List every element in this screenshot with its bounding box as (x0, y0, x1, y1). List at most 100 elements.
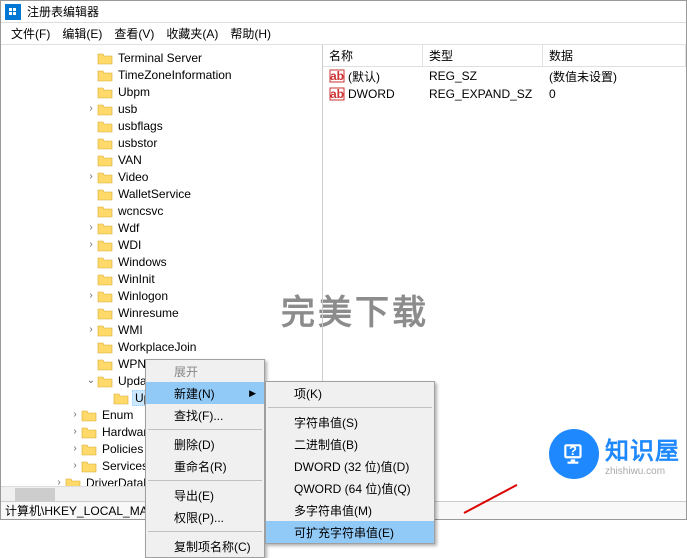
value-data: (数值未设置) (543, 68, 686, 85)
list-row[interactable]: abDWORDREG_EXPAND_SZ0 (323, 85, 686, 103)
folder-icon (97, 119, 113, 133)
svg-text:?: ? (569, 443, 577, 458)
tree-node[interactable]: ›Winlogon (5, 287, 322, 304)
tree-label: Video (116, 170, 150, 184)
expander-icon[interactable]: › (85, 290, 97, 301)
list-row[interactable]: ab(默认)REG_SZ(数值未设置) (323, 67, 686, 85)
expander-icon[interactable]: › (69, 426, 81, 437)
tree-node[interactable]: ›usb (5, 100, 322, 117)
tree-label: WorkplaceJoin (116, 340, 198, 354)
tree-label: WalletService (116, 187, 193, 201)
expander-icon[interactable]: ⌄ (85, 375, 97, 386)
expander-icon[interactable]: › (69, 409, 81, 420)
folder-icon (97, 306, 113, 320)
tree-node[interactable]: › WMI (5, 321, 322, 338)
expander-icon[interactable]: › (85, 171, 97, 182)
ctx-rename[interactable]: 重命名(R) (146, 455, 264, 477)
folder-icon (97, 153, 113, 167)
list-header: 名称 类型 数据 (323, 45, 686, 67)
separator (268, 407, 432, 408)
tree-node[interactable]: WinInit (5, 270, 322, 287)
folder-icon (97, 102, 113, 116)
tree-node[interactable]: Terminal Server (5, 49, 322, 66)
ctx-export[interactable]: 导出(E) (146, 484, 264, 506)
col-name[interactable]: 名称 (323, 45, 423, 66)
scroll-thumb[interactable] (15, 488, 55, 501)
expander-icon[interactable]: › (85, 103, 97, 114)
tree-node[interactable]: usbstor (5, 134, 322, 151)
folder-icon (97, 68, 113, 82)
string-value-icon: ab (329, 69, 345, 83)
tree-node[interactable]: Ubpm (5, 83, 322, 100)
expander-icon[interactable]: › (69, 460, 81, 471)
folder-icon (97, 340, 113, 354)
expander-icon[interactable]: › (85, 222, 97, 233)
value-name: DWORD (348, 87, 395, 101)
ctx-copyname[interactable]: 复制项名称(C) (146, 535, 264, 557)
tree-node[interactable]: VAN (5, 151, 322, 168)
separator (148, 429, 262, 430)
folder-icon (97, 272, 113, 286)
value-type: REG_EXPAND_SZ (423, 87, 543, 101)
tree-node[interactable]: WalletService (5, 185, 322, 202)
folder-icon (97, 374, 113, 388)
tree-label: WinInit (116, 272, 157, 286)
content-area: 完美下载 Terminal ServerTimeZoneInformationU… (1, 45, 686, 501)
chevron-right-icon: ▶ (249, 388, 256, 399)
ctx-new-multi[interactable]: 多字符串值(M) (266, 499, 434, 521)
window-title: 注册表编辑器 (27, 3, 99, 20)
ctx-new-key[interactable]: 项(K) (266, 382, 434, 404)
tree-label: VAN (116, 153, 144, 167)
col-type[interactable]: 类型 (423, 45, 543, 66)
ctx-find[interactable]: 查找(F)... (146, 404, 264, 426)
expander-icon[interactable]: › (69, 443, 81, 454)
folder-icon (97, 357, 113, 371)
expander-icon[interactable]: › (85, 324, 97, 335)
title-bar: 注册表编辑器 (1, 1, 686, 23)
ctx-new-string[interactable]: 字符串值(S) (266, 411, 434, 433)
menu-favorites[interactable]: 收藏夹(A) (160, 25, 224, 42)
ctx-new-dword[interactable]: DWORD (32 位)值(D) (266, 455, 434, 477)
ctx-new-expand[interactable]: 可扩充字符串值(E) (266, 521, 434, 543)
menu-view[interactable]: 查看(V) (108, 25, 160, 42)
ctx-new-binary[interactable]: 二进制值(B) (266, 433, 434, 455)
tree-node[interactable]: Winresume (5, 304, 322, 321)
folder-icon (97, 204, 113, 218)
ctx-expand[interactable]: 展开 (146, 360, 264, 382)
tree-node[interactable]: TimeZoneInformation (5, 66, 322, 83)
menu-file[interactable]: 文件(F) (5, 25, 56, 42)
folder-icon (97, 238, 113, 252)
tree-label: Wdf (116, 221, 141, 235)
ctx-new-qword[interactable]: QWORD (64 位)值(Q) (266, 477, 434, 499)
folder-icon (113, 391, 129, 405)
menu-edit[interactable]: 编辑(E) (56, 25, 108, 42)
svg-text:ab: ab (330, 87, 344, 101)
app-icon (5, 4, 21, 20)
ctx-new[interactable]: 新建(N)▶ (146, 382, 264, 404)
tree-label: wcncsvc (116, 204, 165, 218)
context-menu-key: 展开 新建(N)▶ 查找(F)... 删除(D) 重命名(R) 导出(E) 权限… (145, 359, 265, 558)
tree-node[interactable]: WorkplaceJoin (5, 338, 322, 355)
tree-node[interactable]: usbflags (5, 117, 322, 134)
separator (148, 480, 262, 481)
folder-icon (97, 221, 113, 235)
tree-node[interactable]: › WDI (5, 236, 322, 253)
svg-text:ab: ab (330, 69, 344, 83)
folder-icon (81, 459, 97, 473)
ctx-perms[interactable]: 权限(P)... (146, 506, 264, 528)
col-data[interactable]: 数据 (543, 45, 686, 66)
expander-icon[interactable]: › (85, 239, 97, 250)
string-value-icon: ab (329, 87, 345, 101)
tree-label: Terminal Server (116, 51, 204, 65)
menu-bar: 文件(F) 编辑(E) 查看(V) 收藏夹(A) 帮助(H) (1, 23, 686, 45)
tree-node[interactable]: › Video (5, 168, 322, 185)
folder-icon (97, 323, 113, 337)
tree-node[interactable]: wcncsvc (5, 202, 322, 219)
tree-label: WMI (116, 323, 145, 337)
tree-node[interactable]: › Wdf (5, 219, 322, 236)
tree-label: WPN (116, 357, 148, 371)
menu-help[interactable]: 帮助(H) (224, 25, 277, 42)
tree-label: WDI (116, 238, 143, 252)
ctx-delete[interactable]: 删除(D) (146, 433, 264, 455)
tree-node[interactable]: Windows (5, 253, 322, 270)
